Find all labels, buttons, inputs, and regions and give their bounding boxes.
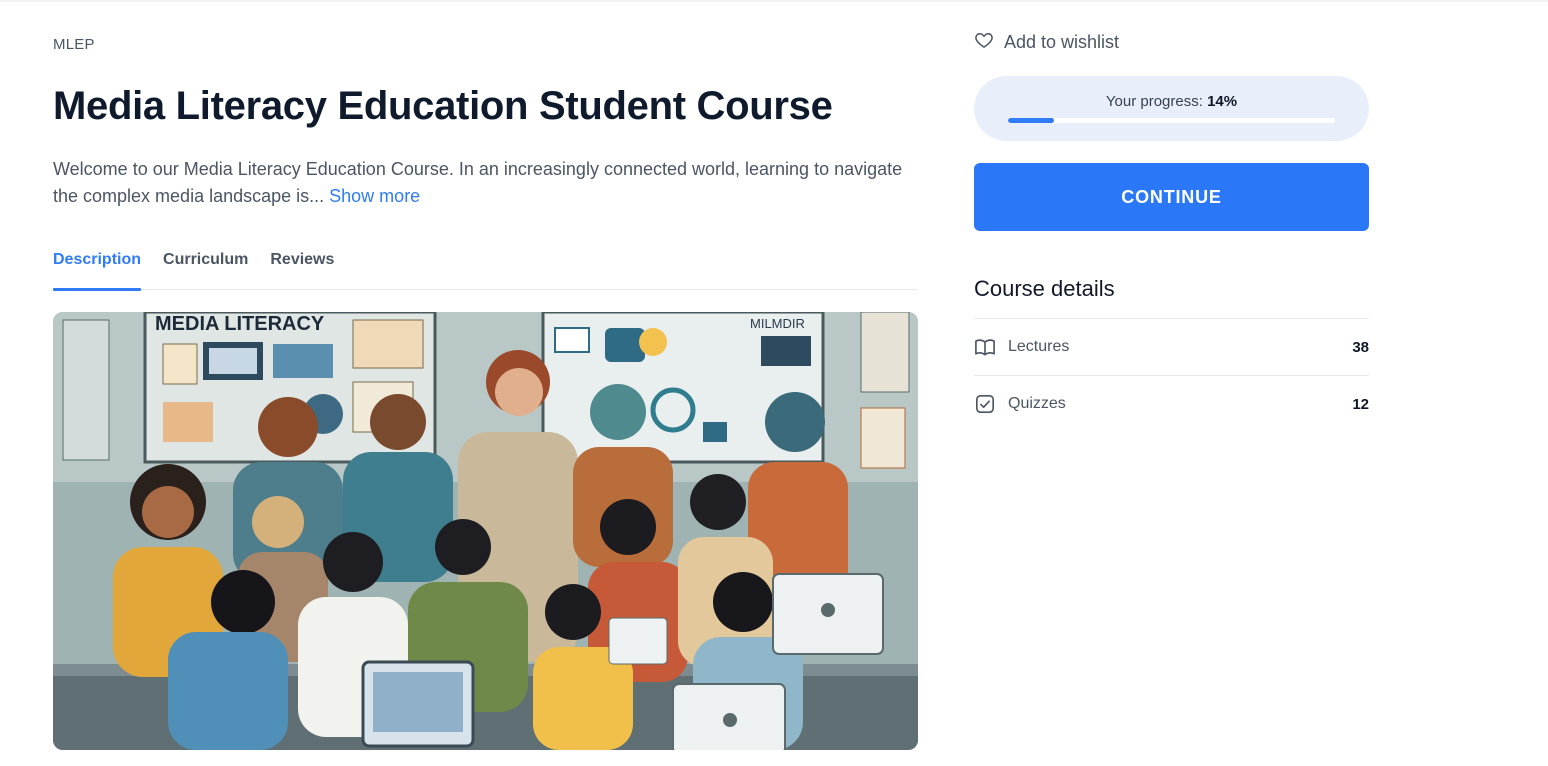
detail-count: 38 xyxy=(1352,338,1369,356)
course-tabs: Description Curriculum Reviews xyxy=(53,250,918,291)
progress-label: Your progress: xyxy=(1105,93,1208,110)
progress-bar-fill xyxy=(1008,118,1054,123)
detail-row-lectures: Lectures 38 xyxy=(974,318,1369,375)
checkbox-icon xyxy=(974,393,996,415)
wishlist-label: Add to wishlist xyxy=(1004,32,1120,52)
progress-text: Your progress: 14% xyxy=(974,93,1369,110)
classroom-illustration: MEDIA LITERACY MILMDIR xyxy=(53,312,918,750)
course-title: Media Literacy Education Student Course xyxy=(53,84,833,128)
show-more-link[interactable]: Show more xyxy=(329,186,420,206)
detail-count: 12 xyxy=(1352,395,1369,413)
progress-bar xyxy=(1008,118,1335,123)
course-details-list: Lectures 38 Quizzes 12 xyxy=(974,318,1369,432)
progress-card: Your progress: 14% xyxy=(974,76,1369,141)
tab-reviews[interactable]: Reviews xyxy=(270,250,334,290)
detail-label: Lectures xyxy=(1008,338,1070,355)
heart-icon xyxy=(974,30,994,55)
top-border xyxy=(0,0,1548,2)
book-icon xyxy=(974,336,996,358)
course-category: MLEP xyxy=(53,36,95,53)
continue-button[interactable]: CONTINUE xyxy=(974,163,1369,231)
progress-value: 14% xyxy=(1207,93,1238,110)
detail-label: Quizzes xyxy=(1008,395,1066,412)
detail-row-quizzes: Quizzes 12 xyxy=(974,375,1369,432)
course-hero-image: MEDIA LITERACY MILMDIR xyxy=(53,312,918,750)
screen-text: MILMDIR xyxy=(750,316,805,331)
course-details-title: Course details xyxy=(974,276,1115,301)
course-description: Welcome to our Media Literacy Education … xyxy=(53,156,913,210)
banner-text: MEDIA LITERACY xyxy=(155,313,325,335)
wishlist-button[interactable]: Add to wishlist xyxy=(974,30,1119,55)
tab-curriculum[interactable]: Curriculum xyxy=(163,250,248,290)
description-text: Welcome to our Media Literacy Education … xyxy=(53,159,903,206)
tab-description[interactable]: Description xyxy=(53,250,142,291)
